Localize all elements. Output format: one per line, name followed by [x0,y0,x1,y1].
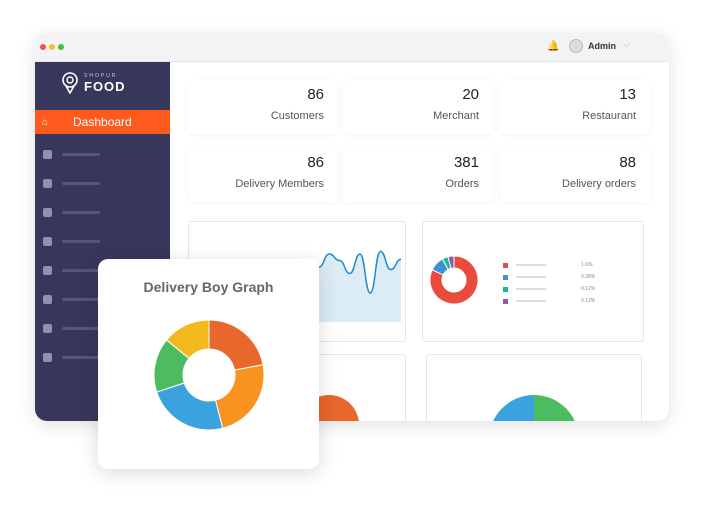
sidebar-item[interactable] [43,208,100,217]
stat-label: Delivery orders [562,178,636,190]
stat-card[interactable]: 🛒 381 Orders [343,148,493,202]
sidebar-item[interactable] [43,295,100,304]
logo: SHOPUR FOOD [61,72,126,94]
fork-knife-icon: 🍴 [509,93,539,123]
legend-swatch [503,286,508,292]
sidebar-item[interactable] [43,179,100,188]
sidebar-item-label [62,269,100,272]
stat-value: 381 [453,154,479,171]
sidebar-item-label [62,153,100,156]
legend-item: 0.28% [503,274,595,280]
sidebar-item-label [62,211,100,214]
gear-icon [43,324,52,333]
sidebar-item-label [62,182,100,185]
bell-icon[interactable]: 🔔 [547,41,559,52]
stat-label: Customers [270,110,324,122]
user-name[interactable]: Admin [588,41,616,51]
close-window-button[interactable] [40,44,46,50]
pie-slice[interactable] [208,319,264,371]
legend-label-placeholder [516,300,546,302]
square-icon [43,150,52,159]
stat-card[interactable]: 👥 86 Delivery Members [188,148,338,202]
sidebar-item-label [62,240,100,243]
legend-label-placeholder [516,264,546,266]
sidebar-item[interactable] [43,150,100,159]
sidebar-item[interactable] [43,266,100,275]
legend-label-placeholder [516,276,546,278]
pie-slice[interactable] [156,382,224,431]
stat-card[interactable]: 🍴 13 Restaurant [500,80,650,134]
delivery-boy-pie [153,319,265,431]
delivery-boy-graph-card: Delivery Boy Graph [98,259,319,469]
stat-value: 86 [307,154,324,171]
tag-icon [43,237,52,246]
bar-chart-icon [43,295,52,304]
legend-item: 0.12% [503,298,595,304]
donut-partial [489,395,579,421]
cart-icon: 🛒 [352,161,382,191]
sidebar-item-dashboard[interactable]: ⌂ Dashboard [35,110,170,134]
stat-value: 20 [462,86,479,103]
legend-item: 0.12% [503,286,595,292]
stat-label: Delivery Members [235,178,324,190]
users-icon: 👥 [197,161,227,191]
sidebar-item-label: Dashboard [73,115,132,129]
donut-chart [429,255,479,305]
minimize-window-button[interactable] [49,44,55,50]
cart-icon: 🛒 [509,161,539,191]
sidebar-item-label [62,298,100,301]
gear-icon [43,208,52,217]
pin-logo-icon [62,72,78,94]
users-icon: 👥 [352,93,382,123]
legend-swatch [503,262,508,268]
legend-swatch [503,274,508,280]
legend-value: 0.12% [581,298,596,304]
sidebar-item-label [62,327,100,330]
maximize-window-button[interactable] [58,44,64,50]
title-bar: 🔔 Admin ⌵ [35,33,669,62]
legend-item: 1.6% [503,262,592,268]
chart-title: Delivery Boy Graph [143,279,274,295]
users-icon: 👥 [197,93,227,123]
legend-value: 0.28% [581,274,596,280]
stat-card[interactable]: 👥 20 Merchant [343,80,493,134]
stat-value: 86 [307,86,324,103]
user-avatar-icon[interactable] [569,39,583,53]
legend-value: 0.12% [581,286,596,292]
stat-value: 88 [619,154,636,171]
legend-swatch [503,298,508,304]
sidebar-item[interactable] [43,353,100,362]
logo-main: FOOD [84,78,126,94]
stat-card[interactable]: 🛒 88 Delivery orders [500,148,650,202]
stat-label: Orders [445,178,479,190]
home-icon: ⌂ [42,116,49,128]
user-icon [43,179,52,188]
bottom-right-chart-card [426,354,642,421]
legend-value: 1.6% [581,262,593,268]
sidebar-item-label [62,356,100,359]
sidebar-item[interactable] [43,324,100,333]
chevron-down-icon[interactable]: ⌵ [623,39,630,50]
stat-value: 13 [619,86,636,103]
donut-chart-card: 1.6% 0.28% 0.12% 0.12% [422,221,644,342]
pie-slice[interactable] [214,364,265,429]
stat-label: Merchant [433,110,479,122]
area-fill [319,251,401,322]
stat-card[interactable]: 👥 86 Customers [188,80,338,134]
location-icon [43,353,52,362]
sidebar-item[interactable] [43,237,100,246]
stat-label: Restaurant [582,110,636,122]
user-icon [43,266,52,275]
legend-label-placeholder [516,288,546,290]
